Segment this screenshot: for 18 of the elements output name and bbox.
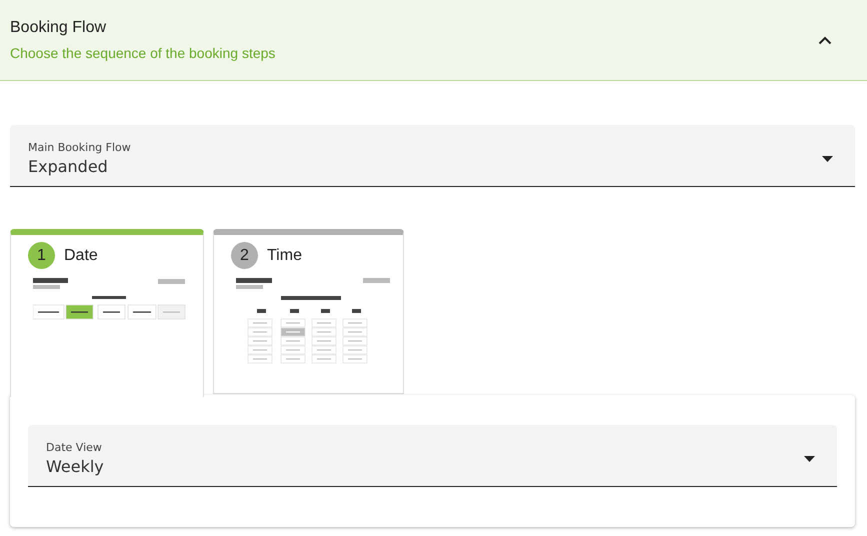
date-view-select[interactable]: Date View Weekly xyxy=(28,425,837,487)
field-label: Main Booking Flow xyxy=(28,141,131,154)
section-header[interactable]: Booking Flow Choose the sequence of the booking steps xyxy=(0,0,867,81)
step-tab[interactable]: 1 Date xyxy=(10,229,204,397)
step-label: Date xyxy=(64,246,98,264)
dropdown-caret-icon xyxy=(804,456,815,462)
collapse-icon[interactable] xyxy=(818,36,832,44)
field-value: Expanded xyxy=(28,157,109,176)
step-tab[interactable]: 2 Time xyxy=(213,229,404,394)
dropdown-caret-icon xyxy=(822,156,833,162)
section-title: Booking Flow xyxy=(10,19,108,37)
step-label: Time xyxy=(267,246,302,264)
step-number: 2 xyxy=(231,242,258,269)
field-label: Date View xyxy=(46,441,103,454)
booking-flow-select[interactable]: Main Booking Flow Expanded xyxy=(10,125,855,187)
section-subtitle: Choose the sequence of the booking steps xyxy=(10,45,276,61)
field-value: Weekly xyxy=(46,457,104,476)
step-number: 1 xyxy=(28,242,55,269)
